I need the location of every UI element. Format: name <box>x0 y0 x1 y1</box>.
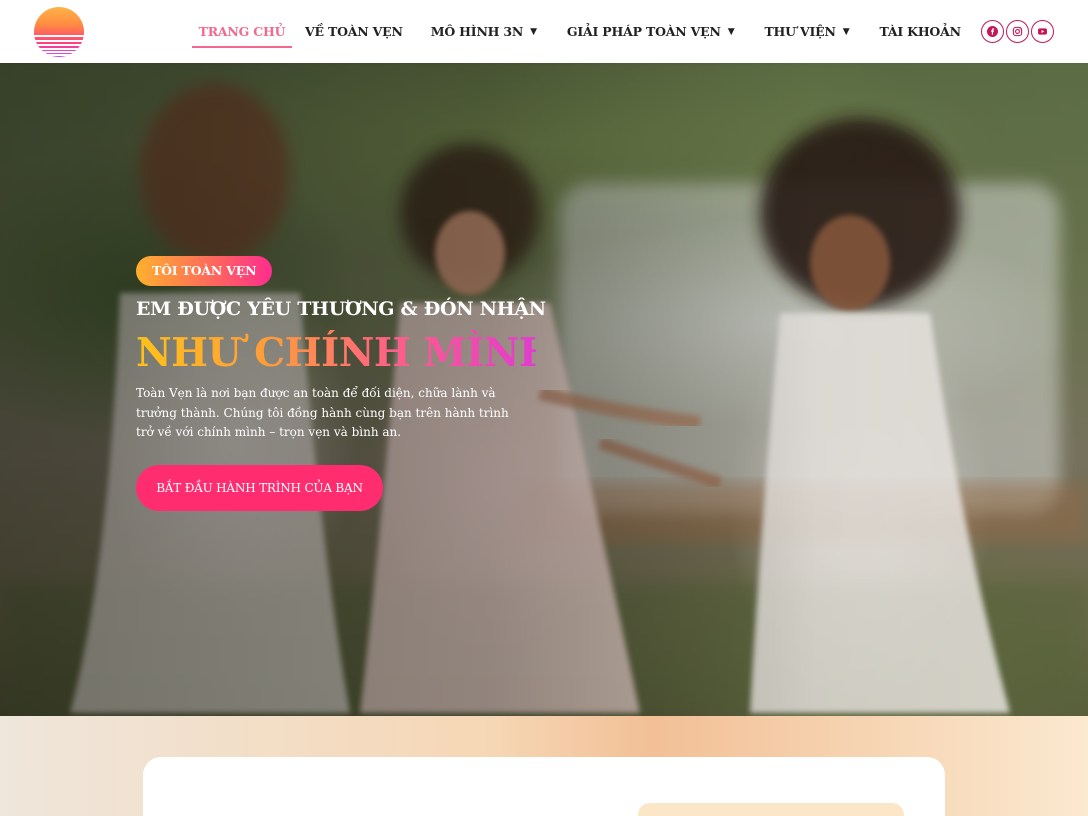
hero-content: TÔI TOÀN VẸN EM ĐƯỢC YÊU THƯƠNG & ĐÓN NH… <box>136 256 556 511</box>
nav-item-mo-hinh-3n[interactable]: MÔ HÌNH 3N ▼ <box>431 0 537 63</box>
caret-down-icon: ▼ <box>842 26 850 37</box>
main-nav: TRANG CHỦ VỀ TOÀN VẸN MÔ HÌNH 3N ▼ GIẢI … <box>192 0 961 63</box>
caret-down-icon: ▼ <box>727 26 735 37</box>
nav-label: TÀI KHOẢN <box>879 24 961 39</box>
intro-card-highlight <box>638 803 904 816</box>
nav-item-ve-toan-ven[interactable]: VỀ TOÀN VẸN <box>305 0 403 63</box>
nav-label: GIẢI PHÁP TOÀN VẸN <box>566 24 721 39</box>
nav-label: THƯ VIỆN <box>764 24 836 39</box>
hero-badge: TÔI TOÀN VẸN <box>136 256 273 286</box>
hero-banner: TÔI TOÀN VẸN EM ĐƯỢC YÊU THƯƠNG & ĐÓN NH… <box>0 63 1088 716</box>
start-journey-button[interactable]: BẮT ĐẦU HÀNH TRÌNH CỦA BẠN <box>136 464 383 511</box>
nav-label: MÔ HÌNH 3N <box>430 24 524 39</box>
nav-label: TRANG CHỦ <box>198 24 286 39</box>
nav-item-thu-vien[interactable]: THƯ VIỆN ▼ <box>764 0 849 63</box>
youtube-icon[interactable] <box>1031 20 1054 43</box>
nav-label: VỀ TOÀN VẸN <box>305 24 403 39</box>
hero-subtitle: EM ĐƯỢC YÊU THƯƠNG & ĐÓN NHẬN <box>136 298 546 320</box>
nav-item-tai-khoan[interactable]: TÀI KHOẢN <box>879 0 961 63</box>
nav-item-trang-chu[interactable]: TRANG CHỦ <box>192 0 292 63</box>
caret-down-icon: ▼ <box>530 26 537 37</box>
instagram-icon[interactable] <box>1006 20 1029 43</box>
facebook-icon[interactable] <box>981 20 1004 43</box>
site-header: TRANG CHỦ VỀ TOÀN VẸN MÔ HÌNH 3N ▼ GIẢI … <box>0 0 1088 63</box>
sunset-logo-icon[interactable] <box>34 7 84 57</box>
hero-description: Toàn Vẹn là nơi bạn được an toàn để đối … <box>136 386 509 439</box>
hero-title: NHƯ CHÍNH MÌNH <box>136 330 556 376</box>
nav-item-giai-phap[interactable]: GIẢI PHÁP TOÀN VẸN ▼ <box>567 0 735 63</box>
